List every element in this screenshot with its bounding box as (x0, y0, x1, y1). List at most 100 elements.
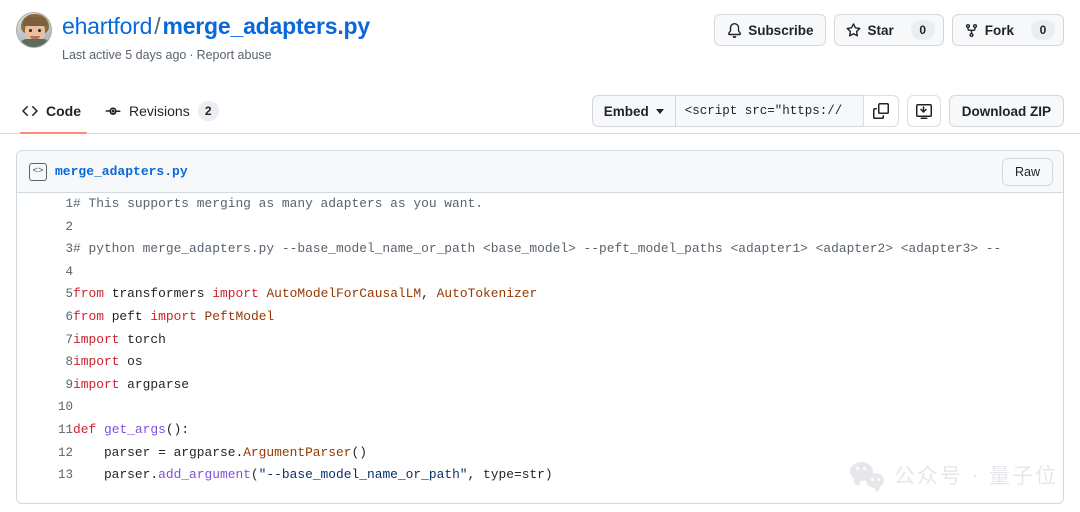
download-zip-label: Download ZIP (962, 104, 1051, 119)
code-token: from (73, 286, 104, 301)
code-icon (22, 103, 38, 119)
code-line: 7import torch (17, 329, 1063, 352)
code-line: 12 parser = argparse.ArgumentParser() (17, 442, 1063, 465)
code-token: add_argument (158, 467, 251, 482)
tab-code-label: Code (46, 103, 81, 119)
star-icon (846, 23, 861, 38)
code-token: peft (104, 309, 150, 324)
code-line: 1# This supports merging as many adapter… (17, 193, 1063, 216)
line-content: import os (73, 351, 1063, 374)
star-button[interactable]: Star 0 (834, 14, 943, 46)
line-number: 5 (17, 283, 73, 306)
code-token: PeftModel (205, 309, 275, 324)
embed-select-label: Embed (604, 104, 649, 119)
line-content: import argparse (73, 374, 1063, 397)
tab-revisions-label: Revisions (129, 103, 190, 119)
line-content (73, 261, 1063, 284)
code-table: 1# This supports merging as many adapter… (17, 193, 1063, 487)
fork-count: 0 (1031, 20, 1055, 40)
code-token: from (73, 309, 104, 324)
line-number: 12 (17, 442, 73, 465)
line-content: import torch (73, 329, 1063, 352)
code-token (197, 309, 205, 324)
download-zip-button[interactable]: Download ZIP (949, 95, 1064, 127)
line-content: from transformers import AutoModelForCau… (73, 283, 1063, 306)
embed-controls: Embed <script src="https:// Download ZIP (592, 95, 1064, 133)
line-number: 1 (17, 193, 73, 216)
code-line: 11def get_args(): (17, 419, 1063, 442)
subscribe-button[interactable]: Subscribe (714, 14, 826, 46)
code-token: () (352, 445, 367, 460)
fork-icon (964, 23, 979, 38)
gist-header: ehartford/merge_adapters.py Last active … (0, 0, 1080, 88)
code-token: parser = argparse. (73, 445, 243, 460)
code-token: ArgumentParser (243, 445, 351, 460)
tab-list: Code Revisions 2 (16, 88, 229, 133)
line-number: 11 (17, 419, 73, 442)
tab-code[interactable]: Code (16, 88, 91, 133)
code-token: AutoTokenizer (437, 286, 538, 301)
line-number: 9 (17, 374, 73, 397)
line-number: 3 (17, 238, 73, 261)
code-token: , type=str) (468, 467, 553, 482)
line-content: from peft import PeftModel (73, 306, 1063, 329)
avatar[interactable] (16, 12, 52, 48)
gist-meta: Last active 5 days ago· Report abuse (62, 46, 370, 65)
copy-icon (873, 103, 889, 119)
header-actions: Subscribe Star 0 (714, 10, 1064, 46)
embed-url-input[interactable]: <script src="https:// (675, 95, 863, 127)
file-name-link[interactable]: merge_adapters.py (55, 164, 188, 179)
raw-label: Raw (1015, 165, 1040, 179)
code-token: , (421, 286, 436, 301)
code-viewer[interactable]: 1# This supports merging as many adapter… (17, 193, 1063, 504)
raw-button[interactable]: Raw (1002, 158, 1053, 186)
title-separator: / (154, 13, 160, 39)
code-line: 3# python merge_adapters.py --base_model… (17, 238, 1063, 261)
code-token: parser. (73, 467, 158, 482)
code-token: (): (166, 422, 189, 437)
report-abuse-link[interactable]: Report abuse (197, 48, 272, 62)
tab-revisions[interactable]: Revisions 2 (99, 88, 229, 133)
last-active-text: Last active 5 days ago (62, 48, 186, 62)
revisions-count-badge: 2 (198, 101, 219, 121)
line-content: parser = argparse.ArgumentParser() (73, 442, 1063, 465)
code-token: import (73, 354, 119, 369)
line-number: 10 (17, 396, 73, 419)
chevron-down-icon (656, 109, 664, 114)
code-token: AutoModelForCausalLM (266, 286, 421, 301)
line-number: 7 (17, 329, 73, 352)
code-token: ( (251, 467, 259, 482)
line-content: # python merge_adapters.py --base_model_… (73, 238, 1063, 261)
file-container: <> merge_adapters.py Raw 1# This support… (16, 150, 1064, 504)
open-with-desktop-button[interactable] (907, 95, 941, 127)
code-token: import (73, 332, 119, 347)
line-content: # This supports merging as many adapters… (73, 193, 1063, 216)
code-line: 9import argparse (17, 374, 1063, 397)
code-file-icon: <> (29, 163, 47, 181)
line-content (73, 396, 1063, 419)
owner-link[interactable]: ehartford (62, 13, 152, 39)
code-token: def (73, 422, 96, 437)
line-number: 6 (17, 306, 73, 329)
code-line: 2 (17, 216, 1063, 239)
code-token: import (150, 309, 196, 324)
line-number: 2 (17, 216, 73, 239)
embed-select[interactable]: Embed (592, 95, 675, 127)
star-label: Star (867, 23, 893, 38)
gist-filename-link[interactable]: merge_adapters.py (162, 13, 370, 39)
line-content (73, 216, 1063, 239)
embed-group: Embed <script src="https:// (592, 95, 899, 127)
revision-icon (105, 103, 121, 119)
line-content: parser.add_argument("--base_model_name_o… (73, 464, 1063, 487)
download-desktop-icon (916, 103, 932, 119)
code-token: import (212, 286, 258, 301)
code-token: argparse (119, 377, 189, 392)
code-body: 1# This supports merging as many adapter… (17, 193, 1063, 487)
fork-button[interactable]: Fork 0 (952, 14, 1064, 46)
gist-tabbar: Code Revisions 2 Embed <script src="http… (0, 88, 1080, 134)
copy-embed-button[interactable] (863, 95, 899, 127)
fork-label: Fork (985, 23, 1014, 38)
bell-icon (727, 23, 742, 38)
file-header: <> merge_adapters.py Raw (17, 151, 1063, 193)
meta-bullet: · (189, 48, 193, 62)
